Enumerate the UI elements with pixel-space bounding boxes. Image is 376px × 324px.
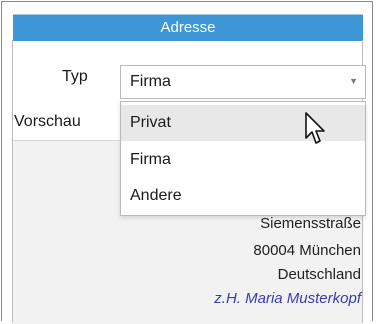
preview-country: Deutschland: [277, 266, 361, 283]
preview-city: 80004 München: [253, 242, 361, 259]
mouse-pointer-icon: [305, 112, 325, 144]
type-select-value: Firma: [130, 73, 171, 90]
chevron-down-icon: ▼: [349, 76, 358, 86]
address-panel-header: Adresse: [13, 14, 363, 41]
type-select[interactable]: Firma ▼: [120, 65, 366, 99]
preview-attention: z.H. Maria Musterkopf: [214, 290, 361, 307]
type-dropdown-list: Privat Firma Andere: [120, 101, 366, 216]
type-label: Typ: [62, 68, 88, 85]
preview-label: Vorschau: [14, 113, 81, 130]
option-andere[interactable]: Andere: [121, 178, 365, 214]
preview-street: Siemensstraße: [260, 215, 361, 232]
option-firma[interactable]: Firma: [121, 142, 365, 178]
option-privat[interactable]: Privat: [121, 105, 365, 141]
